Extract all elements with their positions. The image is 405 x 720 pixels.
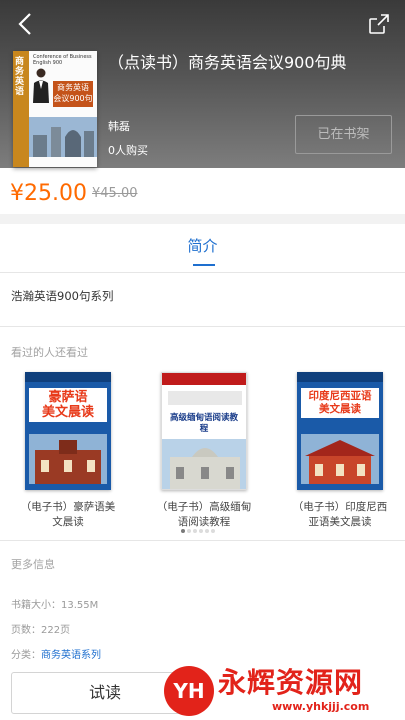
buyer-count: 0人购买 <box>108 144 148 157</box>
recommended-book-caption: （电子书）高级缅甸语阅读教程 <box>156 501 252 528</box>
more-info-label: 更多信息 <box>11 558 55 571</box>
also-viewed-label: 看过的人还看过 <box>11 346 88 359</box>
page-count-value: 222页 <box>41 625 71 636</box>
divider <box>0 272 405 273</box>
carousel-dot[interactable] <box>193 529 197 533</box>
recommended-book-2[interactable]: 高级缅甸语阅读教程 （电子书）高级缅甸语阅读教程 <box>157 372 251 530</box>
back-arrow-icon[interactable] <box>10 8 42 40</box>
book-cover[interactable]: 商务英语 Conference of Business English 900 … <box>13 51 97 167</box>
category-label: 分类： <box>11 650 41 661</box>
file-size-row: 书籍大小：13.55M <box>11 596 98 611</box>
cover-spine-text: 商务英语 <box>15 57 25 97</box>
carousel-dot[interactable] <box>211 529 215 533</box>
tab-intro[interactable]: 简介 <box>160 234 245 258</box>
category-row: 分类：商务英语系列 <box>11 646 101 661</box>
watermark: YH 永辉资源网 www.yhkjjj.com <box>164 664 405 720</box>
book-author[interactable]: 韩磊 <box>108 118 130 134</box>
recommended-book-cover: 高级缅甸语阅读教程 <box>161 372 247 490</box>
watermark-name: 永辉资源网 <box>218 666 364 699</box>
divider <box>0 540 405 541</box>
book-title: （点读书）商务英语会议900句典 <box>108 53 347 72</box>
recommended-book-cover: 豪萨语 美文晨读 <box>25 372 111 490</box>
carousel-dot[interactable] <box>205 529 209 533</box>
recommended-book-caption: （电子书）豪萨语美文晨读 <box>20 501 116 528</box>
page-count-row: 页数：222页 <box>11 621 70 636</box>
file-size-value: 13.55M <box>61 600 99 611</box>
cover-conference-text: Conference of Business English 900 <box>33 54 92 66</box>
book-header: 商务英语 Conference of Business English 900 … <box>0 0 405 168</box>
book-description: 浩瀚英语900句系列 <box>11 289 114 303</box>
tab-intro-indicator <box>193 264 215 266</box>
on-shelf-button[interactable]: 已在书架 <box>295 115 392 154</box>
current-price: ¥25.00 <box>10 181 87 206</box>
cover-city-image <box>29 117 97 157</box>
carousel-dot[interactable] <box>199 529 203 533</box>
section-divider <box>0 214 405 224</box>
carousel-dot[interactable] <box>181 529 185 533</box>
watermark-url: www.yhkjjj.com <box>272 700 370 713</box>
cover-title-badge: 商务英语 会议900句 <box>53 81 93 107</box>
category-link[interactable]: 商务英语系列 <box>41 650 101 661</box>
recommended-book-1[interactable]: 豪萨语 美文晨读 （电子书）豪萨语美文晨读 <box>21 372 115 530</box>
carousel-page-dots[interactable] <box>181 529 225 535</box>
cover-person-image <box>33 68 49 103</box>
recommended-book-cover: 印度尼西亚语 美文晨读 <box>297 372 383 490</box>
file-size-label: 书籍大小： <box>11 600 61 611</box>
original-price: ¥45.00 <box>92 186 138 201</box>
divider <box>0 326 405 327</box>
page-count-label: 页数： <box>11 625 41 636</box>
share-icon[interactable] <box>367 12 391 36</box>
carousel-dot[interactable] <box>187 529 191 533</box>
recommended-book-3[interactable]: 印度尼西亚语 美文晨读 （电子书）印度尼西亚语美文晨读 <box>293 372 387 530</box>
watermark-logo: YH <box>164 666 214 716</box>
recommended-book-caption: （电子书）印度尼西亚语美文晨读 <box>292 501 388 528</box>
